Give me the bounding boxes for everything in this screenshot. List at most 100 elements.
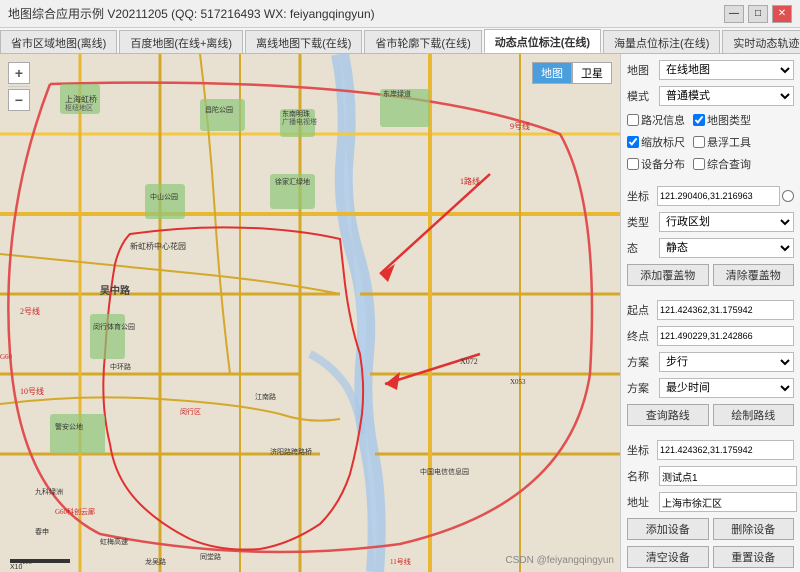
start-row: 起点 — [627, 300, 794, 320]
svg-text:新虹桥中心花园: 新虹桥中心花园 — [130, 241, 186, 251]
checkbox-map-type-input[interactable] — [693, 114, 705, 126]
end-row: 终点 — [627, 326, 794, 346]
checkbox-float-tool[interactable]: 悬浮工具 — [693, 134, 751, 150]
svg-text:广播电视塔: 广播电视塔 — [282, 117, 317, 126]
minimize-button[interactable]: — — [724, 5, 744, 23]
route-btn-row: 查询路线 绘制路线 — [627, 404, 794, 426]
type-select[interactable]: 行政区划 — [659, 212, 794, 232]
device-btn-row-2: 清空设备 重置设备 — [627, 546, 794, 568]
checkbox-float-tool-label: 悬浮工具 — [707, 134, 751, 150]
del-device-button[interactable]: 删除设备 — [713, 518, 795, 540]
svg-text:11号线: 11号线 — [390, 557, 411, 566]
tab-mass-marker[interactable]: 海量点位标注(在线) — [603, 30, 720, 53]
checkbox-comprehensive[interactable]: 综合查询 — [693, 156, 751, 172]
mode-label: 模式 — [627, 88, 655, 104]
checkbox-zoom-scale-label: 缩放标尺 — [641, 134, 685, 150]
plan-selector-row: 方案 最少时间 — [627, 378, 794, 398]
coord-row-1: 坐标 — [627, 186, 794, 206]
type-selector-row: 类型 行政区划 — [627, 212, 794, 232]
window-title: 地图综合应用示例 V20211205 (QQ: 517216493 WX: fe… — [8, 5, 375, 22]
tab-bar: 省市区域地图(离线) 百度地图(在线+离线) 离线地图下载(在线) 省市轮廓下载… — [0, 28, 800, 54]
add-device-button[interactable]: 添加设备 — [627, 518, 709, 540]
tab-province-download[interactable]: 省市轮廓下载(在线) — [364, 30, 481, 53]
coord2-input[interactable] — [657, 440, 794, 460]
checkbox-device-dist[interactable]: 设备分布 — [627, 156, 685, 172]
checkbox-road-info-input[interactable] — [627, 114, 639, 126]
tab-district-map[interactable]: 省市区域地图(离线) — [0, 30, 117, 53]
checkbox-device-dist-label: 设备分布 — [641, 156, 685, 172]
state-select[interactable]: 静态 — [659, 238, 794, 258]
svg-text:枢纽地区: 枢纽地区 — [65, 103, 93, 112]
coord2-row: 坐标 — [627, 440, 794, 460]
state-selector-row: 态 静态 — [627, 238, 794, 258]
coord-radio[interactable] — [782, 190, 794, 202]
tab-dynamic-marker[interactable]: 动态点位标注(在线) — [484, 29, 601, 53]
watermark: CSDN @feiyangqingyun — [505, 555, 614, 566]
checkbox-device-dist-input[interactable] — [627, 158, 639, 170]
cover-btn-row: 添加覆盖物 清除覆盖物 — [627, 264, 794, 286]
checkbox-map-type-label: 地图类型 — [707, 112, 751, 128]
coord2-label: 坐标 — [627, 442, 655, 458]
checkbox-row-1: 路况信息 地图类型 — [627, 112, 794, 128]
coord-label: 坐标 — [627, 188, 655, 204]
checkbox-float-tool-input[interactable] — [693, 136, 705, 148]
svg-text:中环路: 中环路 — [110, 362, 131, 371]
map-selector-row: 地图 在线地图 — [627, 60, 794, 80]
map-container[interactable]: 上海虹桥 枢纽地区 昌陀公园 东南明珠 广播电视塔 东岸绿道 中山公园 闵行体育… — [0, 54, 620, 572]
zoom-out-button[interactable]: − — [8, 89, 30, 111]
coord-input[interactable] — [657, 186, 780, 206]
end-label: 终点 — [627, 328, 655, 344]
map-select[interactable]: 在线地图 — [659, 60, 794, 80]
tab-offline-download[interactable]: 离线地图下载(在线) — [245, 30, 362, 53]
checkbox-map-type[interactable]: 地图类型 — [693, 112, 751, 128]
svg-text:春申: 春申 — [35, 527, 49, 536]
svg-text:X10: X10 — [10, 564, 23, 571]
map-type-map[interactable]: 地图 — [532, 62, 572, 84]
reset-device-button[interactable]: 重置设备 — [713, 546, 795, 568]
walk-label: 方案 — [627, 354, 655, 370]
maximize-button[interactable]: □ — [748, 5, 768, 23]
checkbox-comprehensive-input[interactable] — [693, 158, 705, 170]
query-route-button[interactable]: 查询路线 — [627, 404, 709, 426]
checkbox-zoom-scale[interactable]: 缩放标尺 — [627, 134, 685, 150]
checkbox-comprehensive-label: 综合查询 — [707, 156, 751, 172]
add-cover-button[interactable]: 添加覆盖物 — [627, 264, 709, 286]
name-input[interactable] — [659, 466, 797, 486]
name-label: 名称 — [627, 468, 655, 484]
checkbox-road-info-label: 路况信息 — [641, 112, 685, 128]
state-label: 态 — [627, 240, 655, 256]
close-button[interactable]: ✕ — [772, 5, 792, 23]
tab-baidu-map[interactable]: 百度地图(在线+离线) — [119, 30, 243, 53]
svg-text:济阳路跨路桥: 济阳路跨路桥 — [270, 447, 312, 456]
tab-realtime-track[interactable]: 实时动态轨迹(在线) — [722, 30, 800, 53]
svg-text:徐家汇绿地: 徐家汇绿地 — [275, 177, 310, 186]
svg-text:昌陀公园: 昌陀公园 — [205, 105, 233, 114]
svg-text:警安公地: 警安公地 — [55, 422, 83, 431]
clear-device-button[interactable]: 清空设备 — [627, 546, 709, 568]
plan-select[interactable]: 最少时间 — [659, 378, 794, 398]
addr-label: 地址 — [627, 494, 655, 510]
clear-cover-button[interactable]: 清除覆盖物 — [713, 264, 795, 286]
svg-text:闵行体育公园: 闵行体育公园 — [93, 322, 135, 331]
checkbox-row-2: 缩放标尺 悬浮工具 — [627, 134, 794, 150]
draw-route-button[interactable]: 绘制路线 — [713, 404, 795, 426]
svg-text:虹梅高速: 虹梅高速 — [100, 537, 128, 546]
addr-input[interactable] — [659, 492, 797, 512]
svg-text:同堂路: 同堂路 — [200, 552, 221, 561]
walk-select[interactable]: 步行 — [659, 352, 794, 372]
svg-text:东岸绿道: 东岸绿道 — [383, 89, 411, 98]
start-input[interactable] — [657, 300, 794, 320]
mode-select[interactable]: 普通模式 — [659, 86, 794, 106]
plan-label: 方案 — [627, 380, 655, 396]
zoom-in-button[interactable]: + — [8, 62, 30, 84]
checkbox-zoom-scale-input[interactable] — [627, 136, 639, 148]
map-label: 地图 — [627, 62, 655, 78]
title-bar: 地图综合应用示例 V20211205 (QQ: 517216493 WX: fe… — [0, 0, 800, 28]
svg-text:G60: G60 — [0, 353, 13, 361]
window-controls: — □ ✕ — [724, 5, 792, 23]
checkbox-road-info[interactable]: 路况信息 — [627, 112, 685, 128]
map-controls: + − — [8, 62, 30, 111]
map-type-satellite[interactable]: 卫星 — [572, 62, 612, 84]
walk-selector-row: 方案 步行 — [627, 352, 794, 372]
end-input[interactable] — [657, 326, 794, 346]
